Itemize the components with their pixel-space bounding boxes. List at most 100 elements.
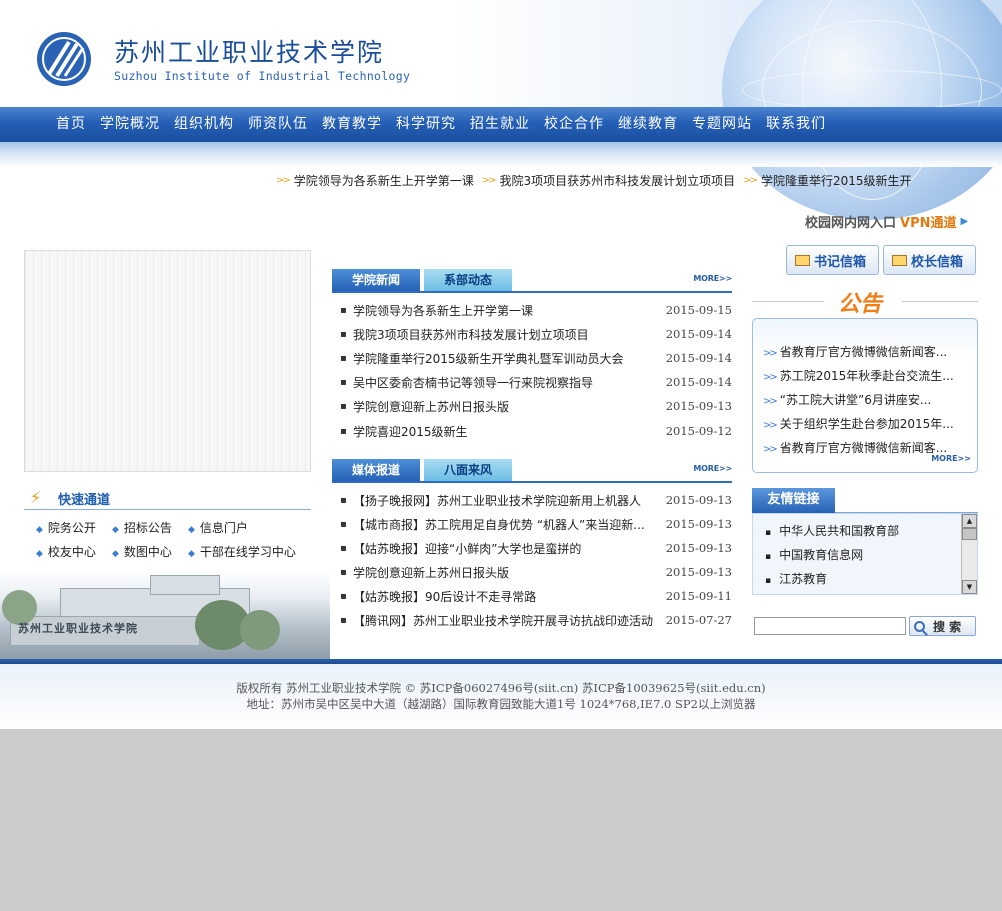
- links-header: 友情链接: [752, 488, 978, 513]
- campus-photo: 苏州工业职业技术学院: [0, 570, 330, 662]
- bullet-icon: ▪: [340, 329, 347, 340]
- quick-link-cadre-learning[interactable]: ◆ 干部在线学习中心: [188, 543, 296, 560]
- news-row[interactable]: ▪ 【腾讯网】苏州工业职业技术学院开展寻访抗战印迹活动 2015-07-27: [340, 612, 734, 632]
- news-row[interactable]: ▪ 学院隆重举行2015级新生开学典礼暨军训动员大会 2015-09-14: [340, 350, 734, 370]
- nav-item-contact[interactable]: 联系我们: [760, 107, 832, 142]
- secretary-mailbox-button[interactable]: 书记信箱: [786, 245, 879, 275]
- news-tabs: 学院新闻 系部动态 MORE>>: [332, 268, 732, 293]
- nav-item-home[interactable]: 首页: [50, 107, 92, 142]
- header: 苏州工业职业技术学院 Suzhou Institute of Industria…: [0, 0, 1002, 220]
- quick-link-library[interactable]: ◆ 数图中心: [112, 543, 172, 560]
- notice-title: 公告: [838, 291, 883, 317]
- bullet-icon: ▪: [340, 591, 347, 602]
- news-more-link[interactable]: MORE>>: [693, 274, 732, 283]
- main-nav: 首页 学院概况 组织机构 师资队伍 教育教学 科学研究 招生就业 校企合作 继续…: [0, 107, 1002, 142]
- double-arrow-icon: >>: [763, 420, 778, 431]
- diamond-icon: ◆: [188, 525, 195, 535]
- nav-item-about[interactable]: 学院概况: [94, 107, 166, 142]
- news-row[interactable]: ▪ 【姑苏晚报】迎接“小鲜肉”大学也是蛮拼的 2015-09-13: [340, 540, 734, 560]
- diamond-icon: ◆: [36, 549, 43, 559]
- bullet-icon: ▪: [765, 576, 772, 586]
- ticker-item[interactable]: >> 我院3项项目获苏州市科技发展计划立项项目: [482, 172, 735, 189]
- links-scrollbar[interactable]: ▲ ▼: [961, 514, 977, 594]
- notice-box: >> 省教育厅官方微博微信新闻客... >> 苏工院2015年秋季赴台交流生... …: [752, 318, 978, 473]
- nav-item-research[interactable]: 科学研究: [390, 107, 462, 142]
- bullet-icon: ▪: [340, 543, 347, 554]
- notice-item[interactable]: >> 关于组织学生赴台参加2015年...: [763, 415, 968, 432]
- notice-more-link[interactable]: MORE>>: [931, 454, 971, 463]
- nav-item-organization[interactable]: 组织机构: [168, 107, 240, 142]
- site-title: 苏州工业职业技术学院: [114, 38, 385, 67]
- link-item[interactable]: ▪ 中国教育信息网: [765, 546, 863, 563]
- news-row[interactable]: ▪ 吴中区委俞杏楠书记等领导一行来院视察指导 2015-09-14: [340, 374, 734, 394]
- footer-address: 地址：苏州市吴中区吴中大道（越湖路）国际教育园致能大道1号 1024*768,I…: [246, 697, 756, 711]
- diamond-icon: ◆: [112, 549, 119, 559]
- quick-links-header: ⚡ 快速通道: [24, 485, 311, 510]
- footer-copyright: 版权所有 苏州工业职业技术学院 © 苏ICP备06027496号(siit.cn…: [236, 681, 766, 695]
- quick-links-title: 快速通道: [58, 493, 111, 508]
- search-icon: [914, 620, 925, 632]
- divider: [752, 301, 824, 302]
- double-arrow-icon: >>: [763, 348, 778, 359]
- scroll-thumb[interactable]: [962, 528, 977, 540]
- quick-link-portal[interactable]: ◆ 信息门户: [188, 519, 248, 536]
- divider: [902, 301, 978, 302]
- ticker-item[interactable]: >> 学院隆重举行2015级新生开: [743, 172, 911, 189]
- diamond-icon: ◆: [112, 525, 119, 535]
- quick-link-alumni[interactable]: ◆ 校友中心: [36, 543, 96, 560]
- link-item[interactable]: ▪ 中华人民共和国教育部: [765, 522, 899, 539]
- scroll-up-icon[interactable]: ▲: [962, 514, 977, 528]
- news-row[interactable]: ▪ 学院创意迎新上苏州日报头版 2015-09-13: [340, 564, 734, 584]
- nav-item-special-sites[interactable]: 专题网站: [686, 107, 758, 142]
- news-row[interactable]: ▪ 【姑苏晚报】90后设计不走寻常路 2015-09-11: [340, 588, 734, 608]
- double-arrow-icon: >>: [743, 175, 758, 186]
- news-ticker: >> 学院领导为各系新生上开学第一课 >> 我院3项项目获苏州市科技发展计划立项项目…: [276, 172, 920, 189]
- nav-items: 首页 学院概况 组织机构 师资队伍 教育教学 科学研究 招生就业 校企合作 继续…: [50, 107, 834, 142]
- notice-item[interactable]: >> “苏工院大讲堂”6月讲座安...: [763, 391, 968, 408]
- news-row[interactable]: ▪ 【扬子晚报网】苏州工业职业技术学院迎新用上机器人 2015-09-13: [340, 492, 734, 512]
- news-row[interactable]: ▪ 【城市商报】苏工院用足自身优势 “机器人”来当迎新... 2015-09-13: [340, 516, 734, 536]
- news-row[interactable]: ▪ 我院3项项目获苏州市科技发展计划立项项目 2015-09-14: [340, 326, 734, 346]
- quick-link-affairs[interactable]: ◆ 院务公开: [36, 519, 96, 536]
- media-tabs: 媒体报道 八面来风 MORE>>: [332, 458, 732, 483]
- nav-item-admission[interactable]: 招生就业: [464, 107, 536, 142]
- nav-item-cooperation[interactable]: 校企合作: [538, 107, 610, 142]
- tab-media-reports[interactable]: 媒体报道: [332, 459, 420, 481]
- nav-item-continuing-ed[interactable]: 继续教育: [612, 107, 684, 142]
- nav-shadow: [0, 142, 1002, 167]
- search-input[interactable]: [754, 617, 906, 635]
- campus-sign-text: 苏州工业职业技术学院: [18, 622, 138, 635]
- quick-link-tenders[interactable]: ◆ 招标公告: [112, 519, 172, 536]
- double-arrow-icon: >>: [763, 372, 778, 383]
- links-box: ▪ 中华人民共和国教育部 ▪ 中国教育信息网 ▪ 江苏教育 ▲ ▼: [752, 513, 978, 595]
- notice-item[interactable]: >> 苏工院2015年秋季赴台交流生...: [763, 367, 968, 384]
- double-arrow-icon: >>: [763, 396, 778, 407]
- diamond-icon: ◆: [36, 525, 43, 535]
- news-row[interactable]: ▪ 学院创意迎新上苏州日报头版 2015-09-13: [340, 398, 734, 418]
- notice-header: 公告: [752, 286, 978, 317]
- school-logo[interactable]: [35, 30, 93, 88]
- notice-item[interactable]: >> 省教育厅官方微博微信新闻客...: [763, 343, 968, 360]
- media-more-link[interactable]: MORE>>: [693, 464, 732, 473]
- nav-item-education[interactable]: 教育教学: [316, 107, 388, 142]
- search-button[interactable]: 搜 索: [909, 616, 976, 636]
- arrow-right-icon: ▶: [960, 216, 969, 227]
- ticker-item[interactable]: >> 学院领导为各系新生上开学第一课: [276, 172, 474, 189]
- bullet-icon: ▪: [340, 401, 347, 412]
- tab-college-news[interactable]: 学院新闻: [332, 269, 420, 291]
- tab-external-news[interactable]: 八面来风: [424, 459, 512, 481]
- bullet-icon: ▪: [340, 567, 347, 578]
- tab-department-news[interactable]: 系部动态: [424, 269, 512, 291]
- bullet-icon: ▪: [340, 519, 347, 530]
- vpn-link[interactable]: 校园网内网入口 VPN通道 ▶: [805, 212, 968, 231]
- nav-item-faculty[interactable]: 师资队伍: [242, 107, 314, 142]
- image-slideshow[interactable]: [24, 250, 311, 472]
- bullet-icon: ▪: [340, 305, 347, 316]
- link-item[interactable]: ▪ 江苏教育: [765, 570, 827, 587]
- scroll-down-icon[interactable]: ▼: [962, 580, 977, 594]
- news-row[interactable]: ▪ 学院领导为各系新生上开学第一课 2015-09-15: [340, 302, 734, 322]
- bullet-icon: ▪: [765, 528, 772, 538]
- president-mailbox-button[interactable]: 校长信箱: [883, 245, 976, 275]
- news-row[interactable]: ▪ 学院喜迎2015级新生 2015-09-12: [340, 423, 734, 443]
- bullet-icon: ▪: [340, 615, 347, 626]
